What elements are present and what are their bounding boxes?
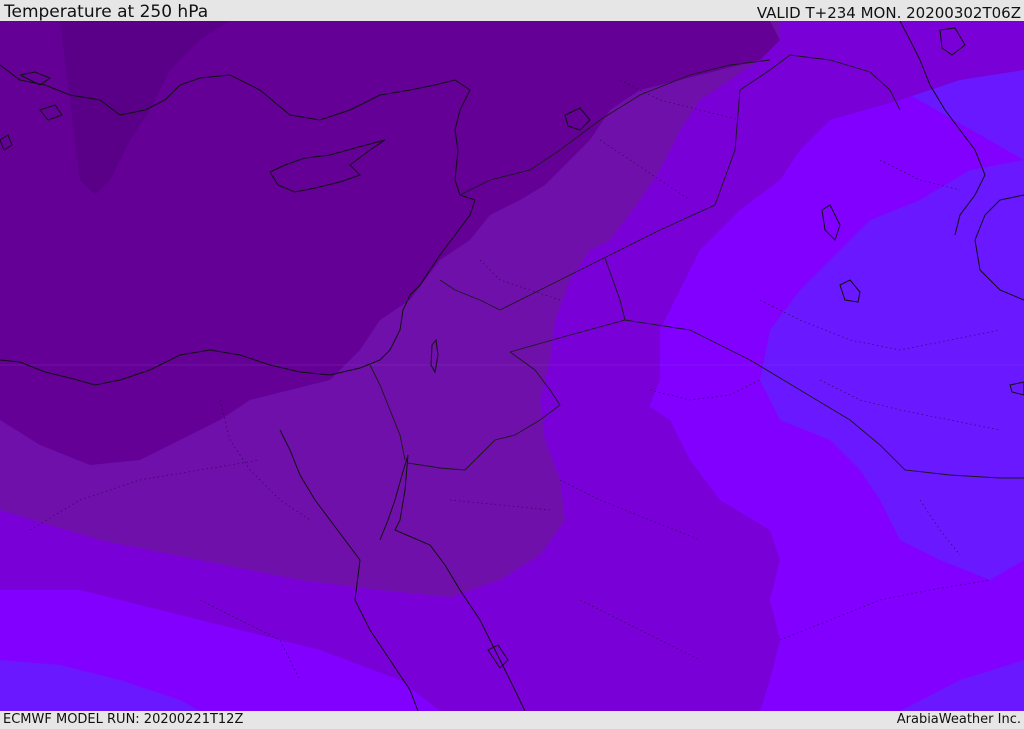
weather-map-frame: Temperature at 250 hPa VALID T+234 MON. …: [0, 0, 1024, 729]
valid-time: VALID T+234 MON. 20200302T06Z: [756, 4, 1021, 22]
temperature-map: [0, 21, 1024, 711]
footer-bar: ECMWF MODEL RUN: 20200221T12Z ArabiaWeat…: [0, 711, 1024, 729]
credit-label: ArabiaWeather Inc.: [896, 712, 1021, 727]
model-run-label: ECMWF MODEL RUN: 20200221T12Z: [3, 712, 244, 727]
header-bar: Temperature at 250 hPa VALID T+234 MON. …: [0, 0, 1024, 21]
map-title: Temperature at 250 hPa: [4, 2, 209, 22]
